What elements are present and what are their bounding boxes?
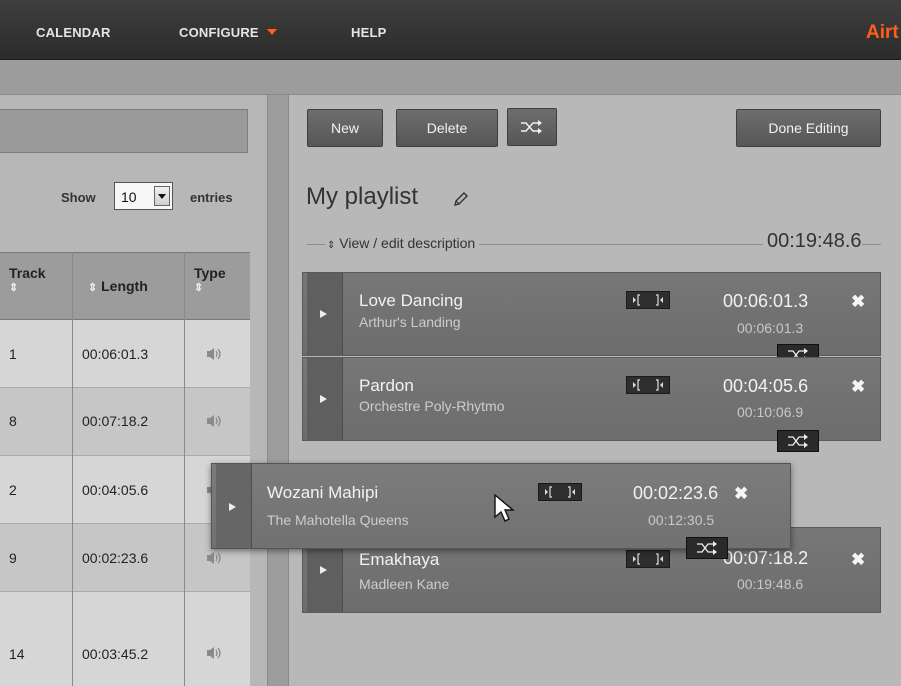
library-search-bar[interactable] xyxy=(0,109,248,153)
nav-configure-label: CONFIGURE xyxy=(179,25,259,40)
track-cell: 8 xyxy=(9,413,17,429)
track-cumulative-time: 00:10:06.9 xyxy=(737,404,804,420)
track-length: 00:02:23.6 xyxy=(633,483,719,503)
column-header-track[interactable]: Track ⇕ xyxy=(9,265,46,294)
track-title: Love Dancing xyxy=(359,291,463,310)
length-cell: 00:04:05.6 xyxy=(82,482,149,498)
column-header-type[interactable]: Type ⇕ xyxy=(194,265,226,294)
playlist-title[interactable]: My playlist xyxy=(306,183,418,211)
speaker-icon xyxy=(207,647,221,659)
column-label: Track xyxy=(9,265,46,281)
track-cell: 9 xyxy=(9,550,17,566)
cue-editor-icon[interactable] xyxy=(538,483,582,501)
nav-configure[interactable]: CONFIGURE xyxy=(179,25,277,40)
table-row[interactable]: 8 00:07:18.2 xyxy=(0,388,250,456)
cue-markers-icon xyxy=(633,553,663,565)
page-size-value: 10 xyxy=(121,189,137,205)
speaker-icon xyxy=(207,348,221,360)
column-label: Type xyxy=(194,265,226,281)
track-artist: Madleen Kane xyxy=(359,576,450,592)
track-artist: Arthur's Landing xyxy=(359,314,461,330)
track-cumulative-time: 00:06:01.3 xyxy=(737,320,804,336)
done-editing-button[interactable]: Done Editing xyxy=(736,109,881,147)
sub-navigation-bar xyxy=(0,61,901,95)
track-artist: The Mahotella Queens xyxy=(267,512,409,528)
track-title: Emakhaya xyxy=(359,550,440,569)
shuffle-icon xyxy=(521,120,542,134)
remove-icon[interactable]: ✖ xyxy=(851,377,865,397)
crossfade-icon[interactable] xyxy=(686,537,728,559)
cue-markers-icon xyxy=(545,486,575,498)
column-divider xyxy=(184,252,185,686)
playlist-item[interactable]: Pardon Orchestre Poly-Rhytmo 00:04:05.6 … xyxy=(302,357,881,441)
expand-icon: ⇕ xyxy=(327,240,336,251)
cue-markers-icon xyxy=(633,379,663,391)
page-size-select[interactable]: 10 xyxy=(114,182,173,210)
cue-markers-icon xyxy=(633,294,663,306)
column-divider xyxy=(72,252,73,686)
track-title: Wozani Mahipi xyxy=(267,483,379,502)
new-playlist-button[interactable]: New xyxy=(307,109,383,147)
remove-icon[interactable]: ✖ xyxy=(734,484,748,504)
remove-icon[interactable]: ✖ xyxy=(851,292,865,312)
cue-editor-icon[interactable] xyxy=(626,291,670,309)
pencil-icon[interactable] xyxy=(453,191,469,207)
entries-label: entries xyxy=(190,190,233,205)
play-icon[interactable] xyxy=(216,464,252,548)
shuffle-icon xyxy=(788,434,808,448)
view-edit-description-link[interactable]: ⇕ View / edit description xyxy=(325,235,480,251)
chevron-down-icon[interactable] xyxy=(154,186,170,206)
description-link-label: View / edit description xyxy=(339,235,476,251)
play-icon[interactable] xyxy=(307,273,343,355)
track-cell: 1 xyxy=(9,346,17,362)
track-cumulative-time: 00:19:48.6 xyxy=(737,576,804,592)
track-title: Pardon xyxy=(359,376,414,395)
brand-logo: Airt xyxy=(866,22,899,43)
nav-help[interactable]: HELP xyxy=(351,25,386,40)
column-label: Length xyxy=(101,278,148,294)
show-label: Show xyxy=(61,190,96,205)
table-row[interactable]: 1 00:06:01.3 xyxy=(0,320,250,388)
table-header-row: Track ⇕ ⇕ Length Type ⇕ xyxy=(0,252,250,320)
track-cumulative-time: 00:12:30.5 xyxy=(648,512,715,528)
mouse-cursor-icon xyxy=(494,494,515,522)
length-cell: 00:03:45.2 xyxy=(82,646,149,662)
length-cell: 00:02:23.6 xyxy=(82,550,149,566)
shuffle-icon xyxy=(697,541,717,555)
play-icon[interactable] xyxy=(307,358,343,440)
nav-calendar[interactable]: CALENDAR xyxy=(36,25,111,40)
sort-icon: ⇕ xyxy=(194,282,204,294)
column-header-length[interactable]: ⇕ Length xyxy=(88,278,148,294)
play-triangle xyxy=(229,503,236,511)
cue-editor-icon[interactable] xyxy=(626,550,670,568)
length-cell: 00:07:18.2 xyxy=(82,413,149,429)
track-length: 00:07:18.2 xyxy=(723,548,809,568)
top-navigation-bar: CALENDAR CONFIGURE HELP Airt xyxy=(0,0,901,60)
speaker-icon xyxy=(207,552,221,564)
length-cell: 00:06:01.3 xyxy=(82,346,149,362)
cue-editor-icon[interactable] xyxy=(626,376,670,394)
shuffle-button[interactable] xyxy=(507,108,557,146)
track-artist: Orchestre Poly-Rhytmo xyxy=(359,398,505,414)
track-cell: 14 xyxy=(9,646,25,662)
sort-icon: ⇕ xyxy=(88,282,98,294)
track-length: 00:06:01.3 xyxy=(723,291,809,311)
table-row[interactable]: 14 00:03:45.2 xyxy=(0,592,250,686)
sort-icon: ⇕ xyxy=(9,282,19,294)
speaker-icon xyxy=(207,415,221,427)
chevron-down-icon xyxy=(266,29,277,35)
track-cell: 2 xyxy=(9,482,17,498)
track-length: 00:04:05.6 xyxy=(723,376,809,396)
delete-playlist-button[interactable]: Delete xyxy=(396,109,498,147)
playlist-total-length: 00:19:48.6 xyxy=(763,230,862,253)
remove-icon[interactable]: ✖ xyxy=(851,550,865,570)
crossfade-icon[interactable] xyxy=(777,430,819,452)
